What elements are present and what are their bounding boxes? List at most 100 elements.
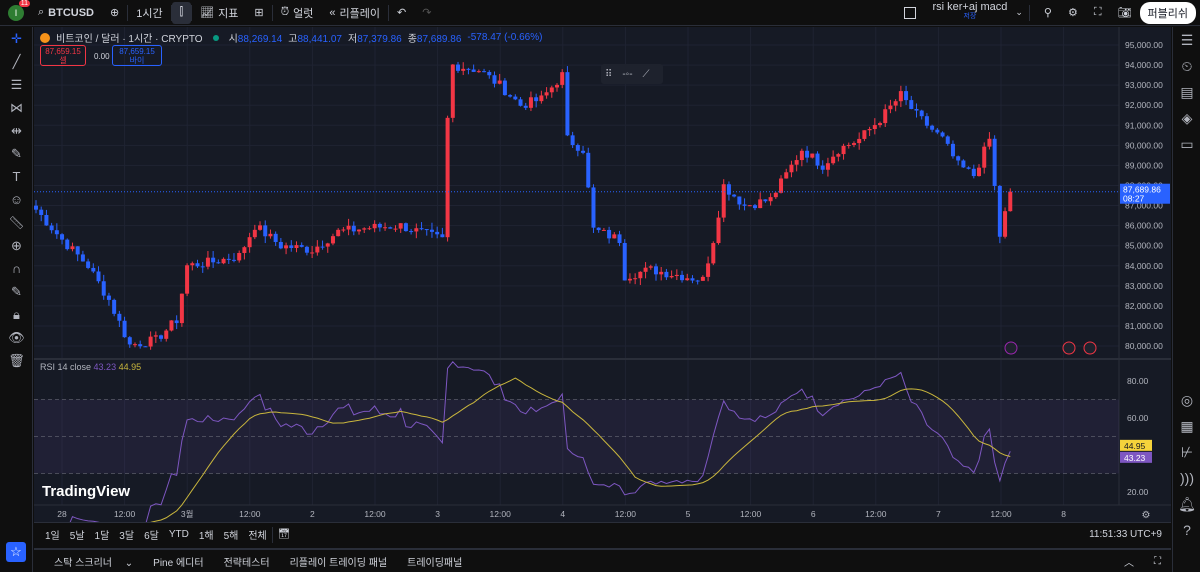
candle-body <box>711 243 716 264</box>
candle-body <box>377 223 382 228</box>
range-1d[interactable]: 1일 <box>40 527 65 542</box>
indicators-button[interactable]: 📈︎ 지표 <box>192 2 246 24</box>
axis-settings-icon[interactable]: ⚙ <box>1142 510 1151 521</box>
candle-body <box>513 96 518 100</box>
candle <box>320 240 325 250</box>
time-axis-label: 12:00 <box>239 509 261 519</box>
candle-body <box>263 225 268 237</box>
lock-icon[interactable]: 🔒︎ <box>0 303 33 326</box>
fib-icon[interactable]: ☰ <box>0 73 33 96</box>
tab-strategy-tester[interactable]: 전략테스터 <box>214 554 280 569</box>
drawing-float-toolbar[interactable]: ⠿ -◦- ⟋ <box>601 64 663 84</box>
candle-body <box>737 196 742 205</box>
news-icon[interactable]: ▤ <box>1173 79 1200 105</box>
candle <box>226 253 231 264</box>
calendar-icon[interactable]: ▦ <box>1173 413 1200 439</box>
trash-icon[interactable]: 🗑︎ <box>0 349 33 372</box>
broadcast-icon[interactable]: ))) <box>1173 465 1200 491</box>
candle-body <box>581 150 586 153</box>
chat-icon[interactable]: ▭ <box>1173 131 1200 157</box>
alert-button[interactable]: ⏰︎ 얼럿 <box>273 2 322 24</box>
candle-body <box>96 271 101 282</box>
candle-body <box>294 245 299 249</box>
sell-button[interactable]: 87,659.15 셀 <box>40 45 86 66</box>
range-3m[interactable]: 3달 <box>114 527 139 542</box>
measure-range-icon[interactable]: ⇹ <box>0 119 33 142</box>
trendline-icon[interactable]: ⟋ <box>643 69 650 80</box>
quick-search-button[interactable]: ⚲ <box>1036 2 1060 24</box>
lock-drawings-icon[interactable]: ✎ <box>0 280 33 303</box>
range-ytd[interactable]: YTD <box>164 529 194 540</box>
ruler-icon[interactable]: 📏︎ <box>0 211 33 234</box>
buy-button[interactable]: 87,659.15 바이 <box>112 45 162 66</box>
settings-button[interactable]: ⚙ <box>1060 2 1086 24</box>
chevron-down-icon[interactable]: ⌄ <box>1015 7 1023 18</box>
range-all[interactable]: 전체 <box>243 527 271 542</box>
time-axis-label: 5 <box>686 509 691 519</box>
goto-date-icon[interactable]: 📅︎ <box>273 529 296 540</box>
replay-button[interactable]: «리플레이 <box>321 2 388 24</box>
candle-body <box>398 223 403 229</box>
emoji-icon[interactable]: ☺ <box>0 188 33 211</box>
magnet-icon[interactable]: ∩ <box>0 257 33 280</box>
help-icon[interactable]: ? <box>1173 517 1200 543</box>
bell-icon[interactable]: 🔔︎ <box>1173 491 1200 517</box>
candle-body <box>476 71 481 73</box>
zoom-in-icon[interactable]: ⊕ <box>0 234 33 257</box>
tab-pine-editor[interactable]: Pine 에디터 <box>143 554 213 569</box>
pattern-icon[interactable]: ⋈ <box>0 96 33 119</box>
trendline-icon[interactable]: ╱ <box>0 50 33 73</box>
crosshair-icon[interactable]: ✛ <box>0 27 33 50</box>
layout-menu[interactable]: rsi ker+aj macd 저장 <box>924 1 1015 24</box>
maximize-panel-icon[interactable]: ⛶ <box>1144 556 1171 567</box>
undo-button[interactable]: ↶ <box>389 2 414 24</box>
tab-trading-panel[interactable]: 트레이딩패널 <box>397 554 472 569</box>
brush-icon[interactable]: ✎ <box>0 142 33 165</box>
alerts-clock-icon[interactable]: ⏲ <box>1173 53 1200 79</box>
horizontal-line-icon[interactable]: -◦- <box>622 69 632 80</box>
candle <box>278 237 283 250</box>
chart-canvas[interactable]: 95,000.00 94,000.00 93,000.00 92,000.00 91,0… <box>34 27 1171 530</box>
candle <box>304 245 309 256</box>
symbol-search[interactable]: ⌕ BTCUSD <box>30 2 102 24</box>
chart-area[interactable]: 95,000.00 94,000.00 93,000.00 92,000.00 91,0… <box>34 27 1171 530</box>
eye-icon[interactable]: 👁︎ <box>0 326 33 349</box>
publish-button[interactable]: 퍼블리쉬 <box>1139 1 1196 24</box>
clock[interactable]: 11:51:33 UTC+9 <box>1084 529 1167 540</box>
chart-tools-icon[interactable]: ⊬ <box>1173 439 1200 465</box>
candle <box>523 102 528 111</box>
text-icon[interactable]: T <box>0 165 33 188</box>
range-5y[interactable]: 5해 <box>219 527 244 542</box>
templates-button[interactable]: ⊞ <box>246 2 271 24</box>
watchlist-star-icon[interactable]: ☆ <box>6 542 26 562</box>
fullscreen-button[interactable]: ⛶ <box>1086 2 1110 24</box>
candle <box>898 85 903 108</box>
candle <box>164 328 169 342</box>
candle-body <box>450 64 455 118</box>
candle-body <box>617 234 622 244</box>
interval-button[interactable]: 1시간 <box>128 2 170 24</box>
snapshot-button[interactable]: 📷︎ <box>1110 2 1140 24</box>
watchlist-icon[interactable]: ☰ <box>1173 27 1200 53</box>
compare-button[interactable]: ⊕ <box>102 2 127 24</box>
range-5d[interactable]: 5날 <box>65 527 90 542</box>
candle <box>857 132 862 150</box>
collapse-panel-icon[interactable]: ︿ <box>1114 554 1144 569</box>
market-status-icon <box>212 34 219 41</box>
tab-replay-trading-panel[interactable]: 리플레이 트레이딩 패널 <box>280 554 398 569</box>
layout-checkbox[interactable] <box>896 2 924 24</box>
tab-stock-screener[interactable]: 스탁 스크리너 ⌄ <box>34 554 143 569</box>
redo-button[interactable]: ↷ <box>414 2 439 24</box>
candle <box>351 221 356 236</box>
rsi-axis-label: 20.00 <box>1127 487 1149 497</box>
candle-body <box>341 229 346 231</box>
avatar[interactable]: I 11 <box>8 0 30 21</box>
chart-type-button[interactable]: ⫿ <box>171 1 192 24</box>
target-icon[interactable]: ◎ <box>1173 387 1200 413</box>
candle <box>680 270 685 283</box>
drag-handle-icon[interactable]: ⠿ <box>605 69 612 80</box>
range-6m[interactable]: 6달 <box>139 527 164 542</box>
range-1y[interactable]: 1해 <box>194 527 219 542</box>
range-1m[interactable]: 1달 <box>90 527 115 542</box>
layers-icon[interactable]: ◈ <box>1173 105 1200 131</box>
